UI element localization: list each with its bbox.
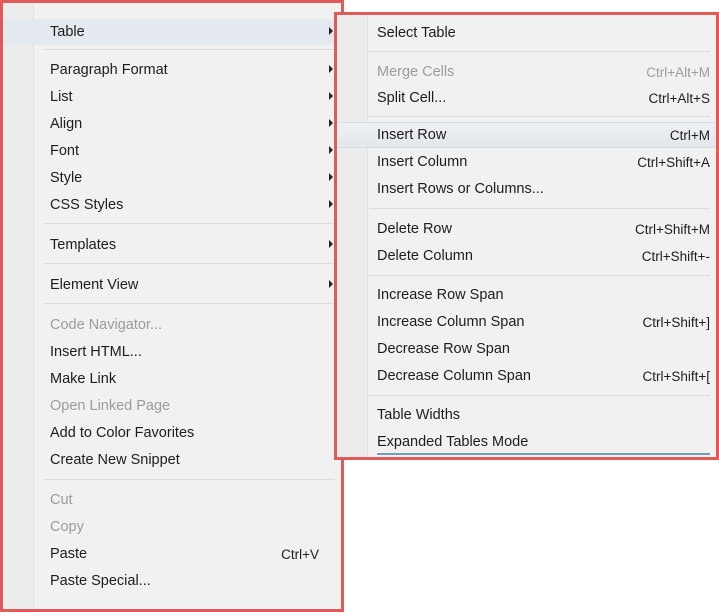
submenu-item-delete-column[interactable]: Delete Column Ctrl+Shift+- [337,243,716,269]
submenu-item-merge-cells: Merge Cells Ctrl+Alt+M [337,59,716,85]
menu-item-label: Merge Cells [377,64,455,80]
menu-item-label: Decrease Column Span [377,368,531,384]
menu-item-shortcut: Ctrl+Alt+S [648,90,710,106]
menu-separator [43,223,335,224]
submenu-arrow-icon [329,146,333,154]
menu-item-open-linked-page: Open Linked Page [3,393,341,419]
menu-item-label: Select Table [377,25,456,41]
menu-item-label: Increase Column Span [377,314,525,330]
submenu-item-expanded-tables-mode[interactable]: Expanded Tables Mode [337,429,716,455]
submenu-item-increase-row-span[interactable]: Increase Row Span [337,282,716,308]
menu-separator [43,263,335,264]
menu-item-css-styles[interactable]: CSS Styles [3,192,341,218]
menu-item-paste-special[interactable]: Paste Special... [3,568,341,594]
menu-item-shortcut: Ctrl+Shift+] [642,314,710,330]
menu-item-label: Create New Snippet [50,452,180,468]
menu-item-label: Increase Row Span [377,287,504,303]
submenu-arrow-icon [329,27,333,35]
menu-item-label: List [50,89,73,105]
submenu-item-insert-rows-or-columns[interactable]: Insert Rows or Columns... [337,176,716,202]
menu-item-label: Align [50,116,83,132]
submenu-item-select-table[interactable]: Select Table [337,20,716,46]
menu-item-label: Paste Special... [50,573,151,589]
menu-item-shortcut: Ctrl+Alt+M [646,64,710,80]
menu-separator [369,51,710,52]
menu-item-label: Cut [50,492,73,508]
menu-item-create-new-snippet[interactable]: Create New Snippet [3,447,341,473]
menu-item-label: Decrease Row Span [377,341,510,357]
menu-separator [369,208,710,209]
submenu-arrow-icon [329,280,333,288]
submenu-arrow-icon [329,65,333,73]
menu-item-label: Table [50,24,85,40]
menu-separator [43,49,335,50]
menu-item-label: Insert HTML... [50,344,142,360]
menu-item-label: Paste [50,546,88,562]
submenu-arrow-icon [329,240,333,248]
menu-item-templates[interactable]: Templates [3,232,341,258]
submenu-item-split-cell[interactable]: Split Cell... Ctrl+Alt+S [337,85,716,111]
menu-item-add-to-color-favorites[interactable]: Add to Color Favorites [3,420,341,446]
submenu-item-delete-row[interactable]: Delete Row Ctrl+Shift+M [337,216,716,242]
menu-item-align[interactable]: Align [3,111,341,137]
submenu-arrow-icon [329,200,333,208]
menu-item-label: CSS Styles [50,197,124,213]
menu-item-label: Table Widths [377,407,461,423]
menu-item-label: Copy [50,519,84,535]
menu-item-label: Paragraph Format [50,62,168,78]
menu-item-cut: Cut [3,487,341,513]
menu-item-label: Element View [50,277,139,293]
submenu-item-decrease-column-span[interactable]: Decrease Column Span Ctrl+Shift+[ [337,363,716,389]
menu-separator [369,116,710,117]
menu-item-label: Delete Column [377,248,473,264]
submenu-item-decrease-row-span[interactable]: Decrease Row Span [337,336,716,362]
menu-separator [369,275,710,276]
menu-item-shortcut: Ctrl+Shift+A [637,154,710,170]
context-menu: Table Paragraph Format List Align Font S… [0,0,344,612]
menu-item-list[interactable]: List [3,84,341,110]
menu-item-make-link[interactable]: Make Link [3,366,341,392]
menu-item-code-navigator: Code Navigator... [3,312,341,338]
menu-item-paste[interactable]: Paste Ctrl+V [3,541,341,567]
menu-separator [43,479,335,480]
menu-item-shortcut: Ctrl+Shift+- [641,248,710,264]
menu-item-label: Add to Color Favorites [50,425,195,441]
menu-item-label: Open Linked Page [50,398,171,414]
menu-item-label: Insert Row [377,127,447,143]
menu-separator [43,303,335,304]
menu-bottom-accent [377,453,710,455]
table-submenu: Select Table Merge Cells Ctrl+Alt+M Spli… [334,12,719,460]
menu-item-font[interactable]: Font [3,138,341,164]
menu-separator [369,395,710,396]
submenu-item-insert-column[interactable]: Insert Column Ctrl+Shift+A [337,149,716,175]
menu-item-label: Insert Column [377,154,468,170]
menu-item-label: Templates [50,237,117,253]
menu-item-style[interactable]: Style [3,165,341,191]
submenu-item-increase-column-span[interactable]: Increase Column Span Ctrl+Shift+] [337,309,716,335]
menu-item-label: Code Navigator... [50,317,163,333]
menu-item-table[interactable]: Table [3,19,341,45]
menu-item-shortcut: Ctrl+M [669,127,710,143]
menu-item-label: Font [50,143,80,159]
submenu-arrow-icon [329,119,333,127]
menu-item-copy: Copy [3,514,341,540]
menu-item-element-view[interactable]: Element View [3,272,341,298]
menu-item-label: Make Link [50,371,117,387]
submenu-item-insert-row[interactable]: Insert Row Ctrl+M [337,122,716,148]
menu-item-shortcut: Ctrl+Shift+M [634,221,710,237]
menu-item-paragraph-format[interactable]: Paragraph Format [3,57,341,83]
submenu-arrow-icon [329,92,333,100]
menu-item-shortcut: Ctrl+V [281,546,319,562]
submenu-arrow-icon [329,173,333,181]
menu-item-shortcut: Ctrl+Shift+[ [642,368,710,384]
menu-item-label: Expanded Tables Mode [377,434,529,450]
menu-item-insert-html[interactable]: Insert HTML... [3,339,341,365]
menu-item-label: Delete Row [377,221,452,237]
submenu-item-table-widths[interactable]: Table Widths [337,402,716,428]
menu-item-label: Insert Rows or Columns... [377,181,544,197]
menu-item-label: Split Cell... [377,90,447,106]
menu-item-label: Style [50,170,83,186]
